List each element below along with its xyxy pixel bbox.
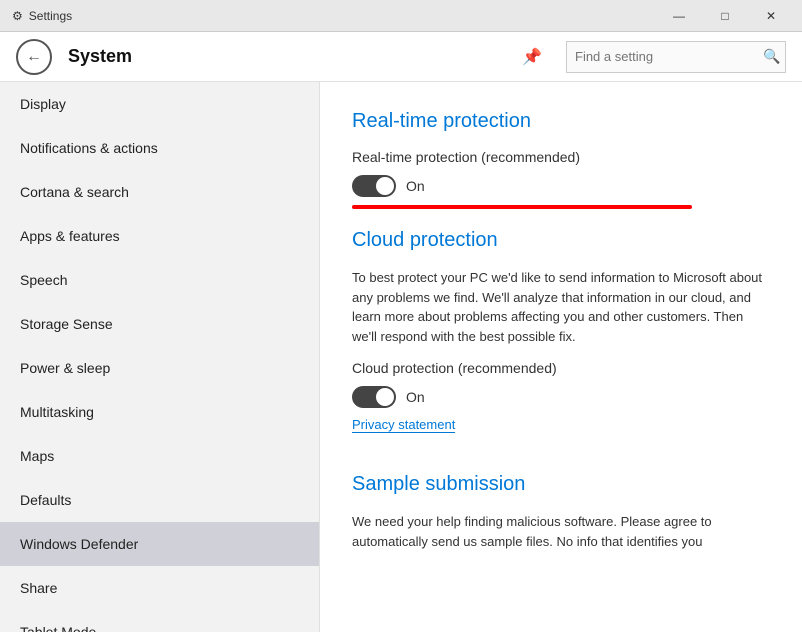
title-bar-text: Settings — [29, 9, 72, 23]
sidebar-item-display[interactable]: Display — [0, 82, 319, 126]
sidebar-item-apps[interactable]: Apps & features — [0, 214, 319, 258]
app-title: System — [68, 46, 506, 67]
realtime-toggle-label: On — [406, 178, 425, 194]
sidebar-item-tablet[interactable]: Tablet Mode — [0, 610, 319, 632]
realtime-toggle-knob — [376, 177, 394, 195]
app-header: ← System 📌 🔍 — [0, 32, 802, 82]
search-icon[interactable]: 🔍 — [759, 41, 785, 73]
minimize-button[interactable]: — — [656, 0, 702, 32]
back-icon: ← — [26, 48, 42, 66]
main-layout: Display Notifications & actions Cortana … — [0, 82, 802, 632]
cloud-toggle-knob — [376, 388, 394, 406]
sidebar-item-multitasking[interactable]: Multitasking — [0, 390, 319, 434]
sidebar: Display Notifications & actions Cortana … — [0, 82, 320, 632]
cloud-toggle[interactable] — [352, 386, 396, 408]
sidebar-item-defender[interactable]: Windows Defender — [0, 522, 319, 566]
sidebar-item-storage[interactable]: Storage Sense — [0, 302, 319, 346]
cloud-body-text: To best protect your PC we'd like to sen… — [352, 268, 770, 346]
title-bar: ⚙ Settings — □ ✕ — [0, 0, 802, 32]
settings-icon: ⚙ — [12, 9, 23, 23]
cloud-setting-label: Cloud protection (recommended) — [352, 360, 770, 376]
sidebar-item-power[interactable]: Power & sleep — [0, 346, 319, 390]
sample-title: Sample submission — [352, 473, 770, 496]
privacy-link[interactable]: Privacy statement — [352, 417, 455, 433]
close-button[interactable]: ✕ — [748, 0, 794, 32]
pin-icon[interactable]: 📌 — [522, 47, 542, 67]
realtime-toggle-row: On — [352, 175, 770, 197]
content-area: Real-time protection Real-time protectio… — [320, 82, 802, 632]
title-bar-controls: — □ ✕ — [656, 0, 794, 32]
realtime-section: Real-time protection Real-time protectio… — [352, 110, 770, 209]
search-box: 🔍 — [566, 41, 786, 73]
sidebar-item-defaults[interactable]: Defaults — [0, 478, 319, 522]
sample-body-text: We need your help finding malicious soft… — [352, 512, 770, 551]
sidebar-item-notifications[interactable]: Notifications & actions — [0, 126, 319, 170]
title-bar-title: ⚙ Settings — [12, 9, 72, 23]
cloud-toggle-row: On — [352, 386, 770, 408]
sample-section: Sample submission We need your help find… — [352, 473, 770, 551]
search-input[interactable] — [567, 49, 759, 64]
annotation-underline — [352, 205, 692, 209]
realtime-title: Real-time protection — [352, 110, 770, 133]
cloud-toggle-label: On — [406, 389, 425, 405]
sidebar-item-share[interactable]: Share — [0, 566, 319, 610]
maximize-button[interactable]: □ — [702, 0, 748, 32]
realtime-toggle[interactable] — [352, 175, 396, 197]
sidebar-item-speech[interactable]: Speech — [0, 258, 319, 302]
sidebar-item-maps[interactable]: Maps — [0, 434, 319, 478]
realtime-setting-label: Real-time protection (recommended) — [352, 149, 770, 165]
cloud-section: Cloud protection To best protect your PC… — [352, 229, 770, 453]
sidebar-item-cortana[interactable]: Cortana & search — [0, 170, 319, 214]
back-button[interactable]: ← — [16, 39, 52, 75]
cloud-title: Cloud protection — [352, 229, 770, 252]
